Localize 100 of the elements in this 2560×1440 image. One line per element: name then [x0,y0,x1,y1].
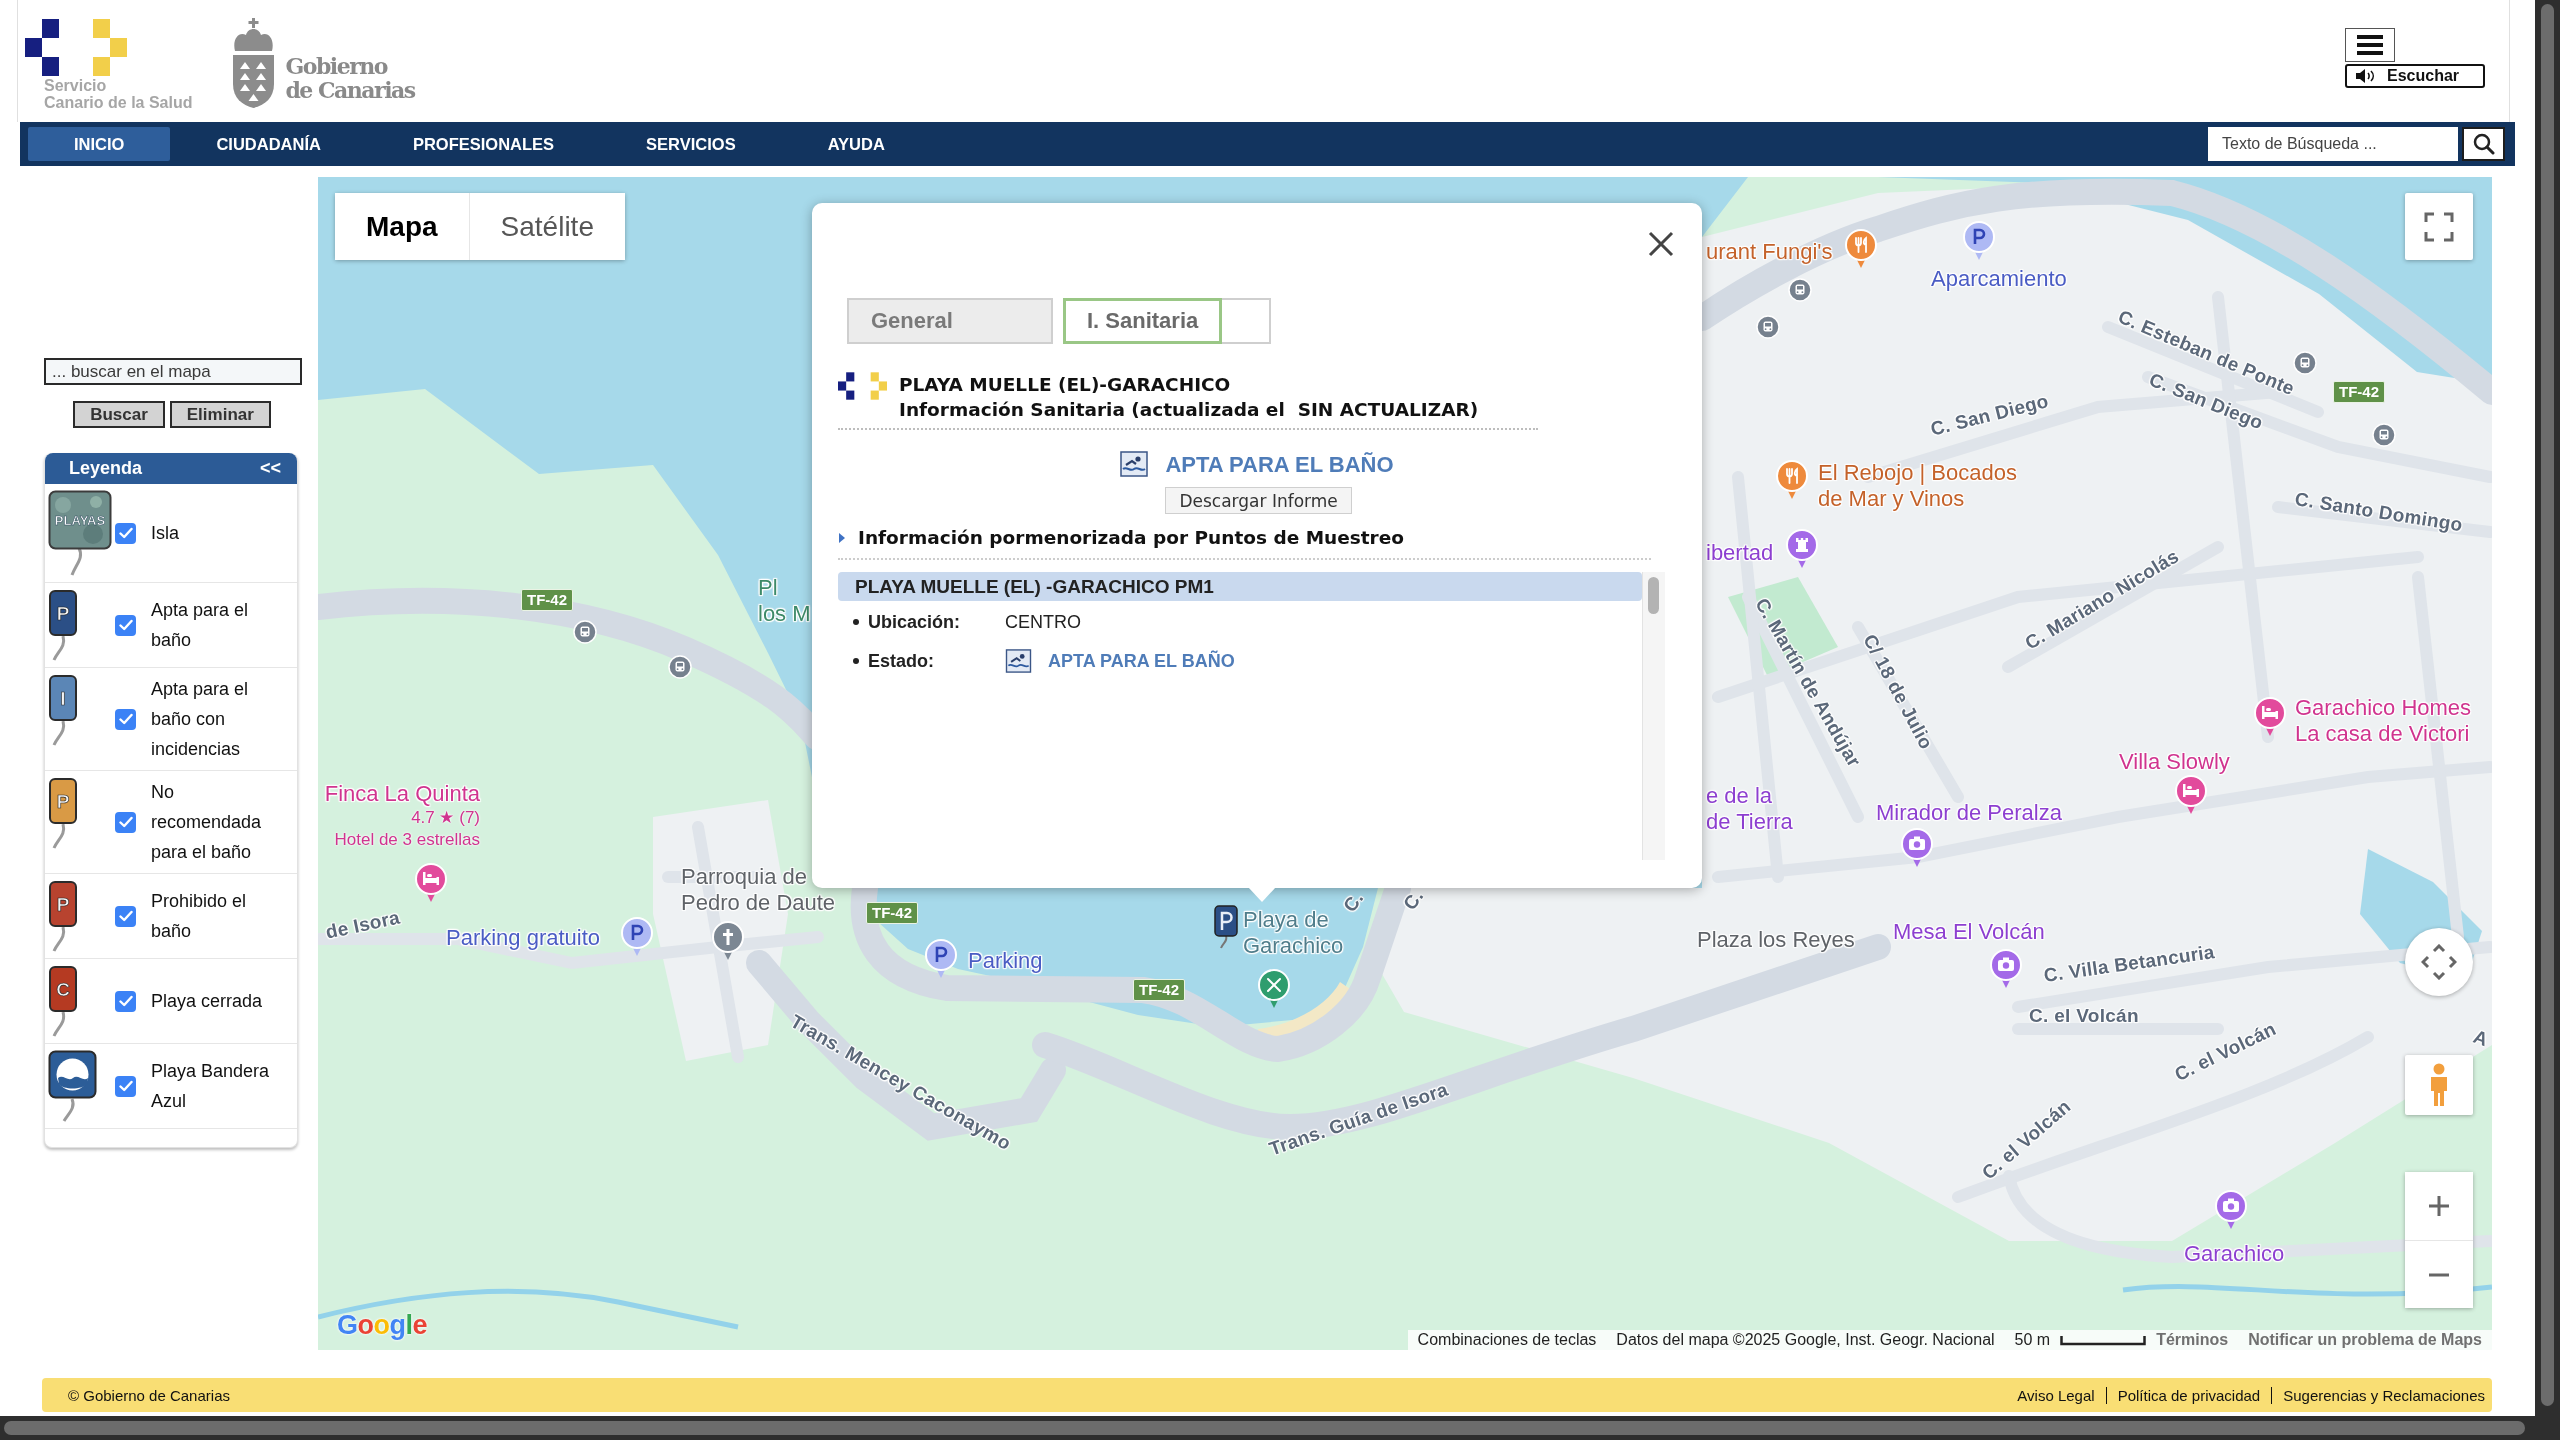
street-label: C. [1399,885,1429,915]
parking-pin-icon[interactable] [620,917,654,957]
tower-pin-icon[interactable] [1785,529,1819,569]
attraction-label[interactable]: Mesa El Volcán [1893,919,2045,945]
nav-link[interactable]: CIUDADANÍA [170,127,367,161]
status-text: APTA PARA EL BAÑO [1165,451,1394,479]
download-button[interactable]: Descargar Informe [1165,487,1352,514]
zoom-in-button[interactable] [2405,1172,2473,1240]
footer-link[interactable]: Política de privacidad [2105,1386,2272,1404]
restaurant-label[interactable]: El Rebojo | Bocados de Mar y Vinos [1818,460,2017,512]
nav-link[interactable]: INICIO [28,127,171,161]
parking-label[interactable]: Parking [968,948,1043,974]
bed-pin-icon[interactable] [2174,775,2208,815]
fullscreen-button[interactable] [2405,193,2473,260]
bus-stop-icon[interactable] [1756,315,1780,339]
attraction-label[interactable]: e de la de Tierra [1706,783,1793,835]
attraction-label[interactable]: Mirador de Peralza [1876,800,2062,826]
place-label[interactable]: Plaza los Reyes [1697,927,1855,953]
section-title[interactable]: Información pormenorizada por Puntos de Muestreo [858,526,1404,550]
street-label: C. Villa Betancuria [2042,941,2217,987]
bus-stop-icon[interactable] [2293,351,2317,375]
checkbox[interactable] [115,905,136,927]
checkbox[interactable] [115,614,136,636]
sign-marker-icon[interactable] [1213,905,1239,949]
street-label: C. el Volcán [2029,1005,2139,1027]
nav-link[interactable]: PROFESIONALES [366,127,601,161]
check-icon [118,527,133,539]
search-button[interactable] [2462,127,2505,161]
check-icon [118,816,133,828]
tab[interactable]: General [847,298,1053,344]
search-button[interactable]: Buscar [73,401,165,428]
horizontal-scrollbar[interactable] [0,1416,2535,1440]
footer-link[interactable]: Aviso Legal [2006,1386,2106,1404]
report-link[interactable]: Notificar un problema de Maps [2238,1331,2492,1349]
google-logo: Google [337,1310,428,1341]
search-field[interactable]: Texto de Búsqueda ... [2208,127,2458,161]
bus-stop-icon[interactable] [668,655,692,679]
road-number-sign: TF-42 [521,589,573,611]
clear-button[interactable]: Eliminar [169,401,271,428]
checkbox[interactable] [115,1075,136,1097]
bus-stop-icon[interactable] [1788,278,1812,302]
attraction-label[interactable]: Garachico [2184,1241,2285,1267]
hotel-label[interactable]: Finca La Quinta [324,781,480,807]
bus-stop-icon[interactable] [2372,423,2396,447]
field-value: APTA PARA EL BAÑO [1048,650,1235,672]
map-search-field[interactable]: ... buscar en el mapa [44,358,302,385]
close-icon [1646,229,1676,259]
parking-label[interactable]: Aparcamiento [1931,266,2067,292]
fork-knife-pin-icon[interactable] [1844,229,1878,269]
restaurant-label[interactable]: urant Fungi's [1706,239,1833,265]
fullscreen-icon [2424,211,2454,242]
hotel-label[interactable]: Garachico Homes La casa de Victori [2295,695,2472,747]
map-type-tab[interactable]: Satélite [468,193,625,260]
parking-label[interactable]: Parking gratuito [446,925,601,951]
bed-pin-icon[interactable] [2253,697,2287,737]
checkbox[interactable] [115,811,136,833]
street-label: A [2470,1025,2491,1052]
chevron-icon[interactable] [838,532,846,544]
road-number-sign: TF-42 [2333,381,2385,403]
fork-knife-pin-icon[interactable] [1775,460,1809,500]
street-view-button[interactable] [2405,1055,2473,1115]
scrollbar[interactable] [1642,572,1665,860]
four-arrows-icon [2421,944,2457,980]
vertical-scrollbar[interactable] [2535,0,2560,1440]
shortcuts-link[interactable]: Combinaciones de teclas [1407,1331,1607,1349]
park-label[interactable]: Pl los M [758,575,811,627]
tab[interactable]: I. Sanitaria [1063,298,1223,344]
listen-button[interactable]: Escuchar [2345,64,2485,88]
menu-button[interactable] [2345,28,2395,62]
search-icon [2472,133,2495,155]
camera-pin-icon[interactable] [1989,949,2023,989]
nav-link[interactable]: SERVICIOS [600,127,782,161]
cross-pin-icon[interactable] [711,921,745,961]
camera-pin-icon[interactable] [2214,1190,2248,1230]
x-mark-pin-icon[interactable] [1257,969,1291,1009]
check-icon [118,995,133,1007]
bullet-icon [853,619,859,625]
parking-pin-icon[interactable] [1962,221,1996,261]
road-number-sign: TF-42 [866,902,918,924]
camera-pin-icon[interactable] [1900,828,1934,868]
collapse-button[interactable]: << [259,458,281,479]
nav-link[interactable]: AYUDA [781,127,931,161]
hotel-label[interactable]: Villa Slowly [2119,749,2230,775]
parking-pin-icon[interactable] [924,939,958,979]
field-label: Estado: [868,650,935,672]
attraction-label[interactable]: ibertad [1706,540,1774,566]
checkbox[interactable] [115,708,136,730]
footer-link[interactable]: Sugerencias y Reclamaciones [2271,1386,2492,1404]
legend-title: Leyenda [69,458,143,479]
bus-stop-icon[interactable] [573,620,597,644]
checkbox[interactable] [115,522,136,544]
checkbox[interactable] [115,990,136,1012]
copyright-text: © Gobierno de Canarias [68,1386,230,1404]
bed-pin-icon[interactable] [414,863,448,903]
map-type-tab[interactable]: Mapa [335,193,469,260]
terms-link[interactable]: Términos [2146,1331,2239,1349]
swimmer-icon [1005,649,1032,673]
close-button[interactable] [1646,229,1676,259]
legend-label: Prohibido el baño [151,890,248,943]
logo-text: Gobierno de Canarias [285,54,415,102]
